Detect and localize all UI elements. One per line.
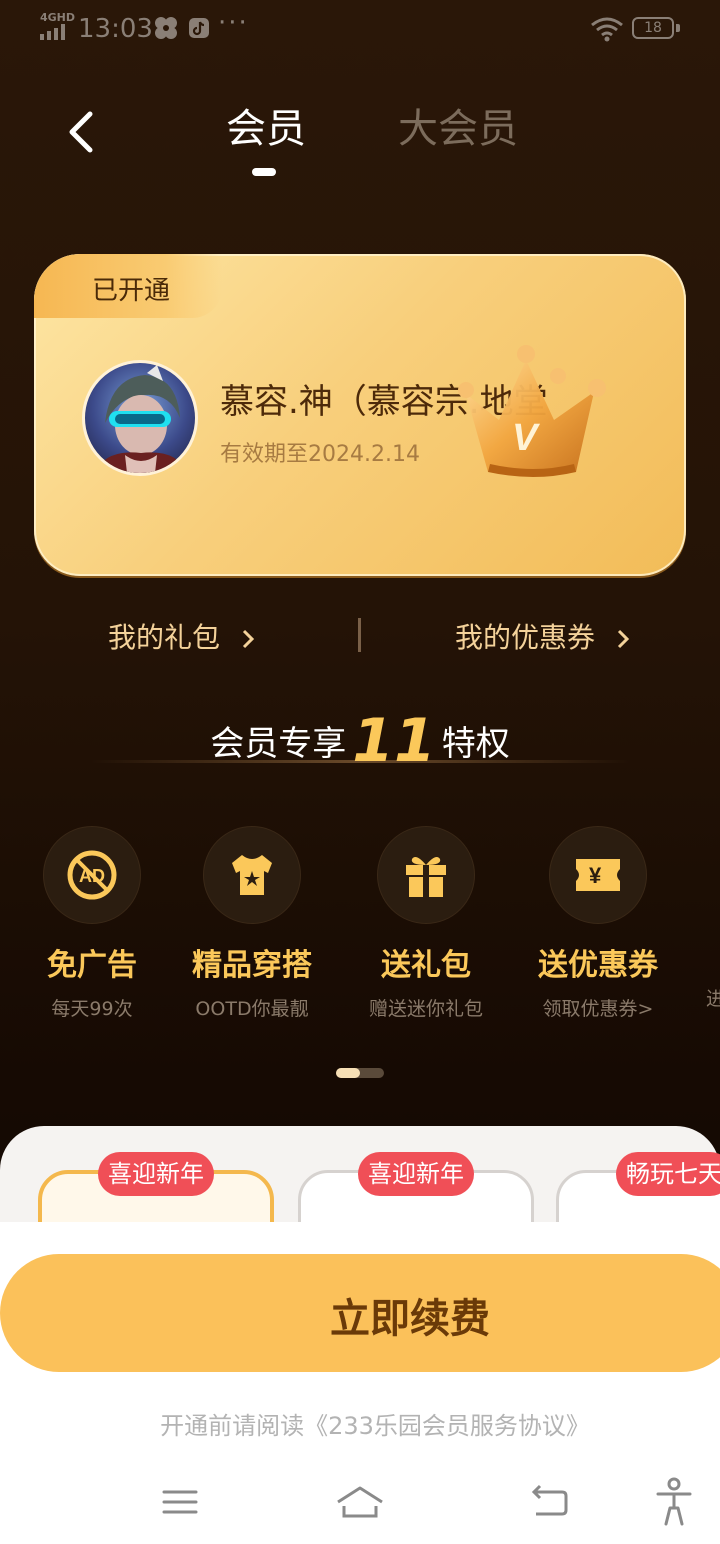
privilege-count: 11	[352, 706, 436, 776]
tab-big-member[interactable]: 大会员	[398, 96, 518, 154]
privilege-title: 送优惠券	[538, 948, 658, 983]
status-bar: 4GHD 13:03 ··· 18	[0, 0, 720, 60]
wifi-icon	[591, 17, 623, 42]
no-ads-icon: AD	[43, 826, 141, 924]
accessibility-icon[interactable]	[646, 1474, 702, 1530]
crown-icon: V	[458, 345, 606, 477]
home-icon[interactable]	[332, 1474, 388, 1530]
member-card: 已开通 慕容.神（慕容宗.地堂 有效期至2024.2.14 V	[34, 254, 686, 576]
privilege-desc: 赠送迷你礼包	[368, 998, 483, 1020]
plan-badge: 喜迎新年	[98, 1152, 214, 1196]
validity-date: 有效期至2024.2.14	[220, 442, 420, 467]
clock: 13:03	[78, 14, 153, 44]
battery-level: 18	[632, 17, 674, 39]
status-tag-label: 已开通	[92, 276, 171, 306]
signal-icon	[40, 24, 65, 40]
battery-icon	[676, 24, 680, 32]
plan-badge: 畅玩七天	[616, 1152, 720, 1196]
gift-icon	[377, 826, 475, 924]
privilege-desc: 领取优惠券>	[542, 998, 654, 1020]
pinwheel-icon	[155, 17, 177, 39]
avatar[interactable]	[82, 360, 198, 476]
privilege-partial[interactable]: 进	[706, 826, 720, 1011]
back-nav-icon[interactable]	[522, 1474, 578, 1530]
heading-suffix: 特权	[441, 724, 510, 764]
menu-icon[interactable]	[152, 1474, 208, 1530]
avatar-image	[95, 365, 187, 473]
svg-text:V: V	[512, 417, 540, 459]
privilege-gift[interactable]: 送礼包 赠送迷你礼包	[326, 826, 526, 1021]
chevron-right-icon	[242, 629, 255, 649]
coupon-icon: ¥	[549, 826, 647, 924]
my-gift-label: 我的礼包	[108, 621, 221, 654]
agreement-link[interactable]: 开通前请阅读《233乐园会员服务协议》	[0, 1406, 720, 1441]
privilege-title: 精品穿搭	[192, 948, 312, 983]
more-notifications: ···	[218, 8, 249, 38]
plan-badge: 喜迎新年	[358, 1152, 474, 1196]
my-coupon-label: 我的优惠券	[455, 621, 596, 654]
svg-text:¥: ¥	[589, 863, 602, 888]
back-button[interactable]	[60, 104, 104, 160]
privilege-outfit[interactable]: 精品穿搭 OOTD你最靓	[152, 826, 352, 1021]
links-divider	[358, 618, 361, 652]
network-type: 4GHD	[40, 11, 76, 24]
tiktok-icon	[189, 18, 209, 38]
privilege-title	[706, 938, 720, 974]
tab-indicator	[252, 168, 276, 176]
renew-button-label: 立即续费	[330, 1296, 490, 1342]
carousel-pager-active	[336, 1068, 360, 1078]
tab-member[interactable]: 会员	[226, 96, 306, 154]
privileges-heading: 会员专享 11 特权	[0, 706, 720, 776]
heading-prefix: 会员专享	[210, 724, 347, 764]
privilege-coupon[interactable]: ¥ 送优惠券 领取优惠券>	[498, 826, 698, 1021]
my-gift-link[interactable]: 我的礼包	[108, 616, 255, 656]
privilege-desc: 进	[706, 988, 720, 1010]
tshirt-icon	[203, 826, 301, 924]
privilege-title: 送礼包	[381, 948, 471, 983]
chevron-right-icon	[617, 629, 630, 649]
my-coupon-link[interactable]: 我的优惠券	[455, 616, 630, 656]
privilege-desc: OOTD你最靓	[195, 998, 309, 1020]
